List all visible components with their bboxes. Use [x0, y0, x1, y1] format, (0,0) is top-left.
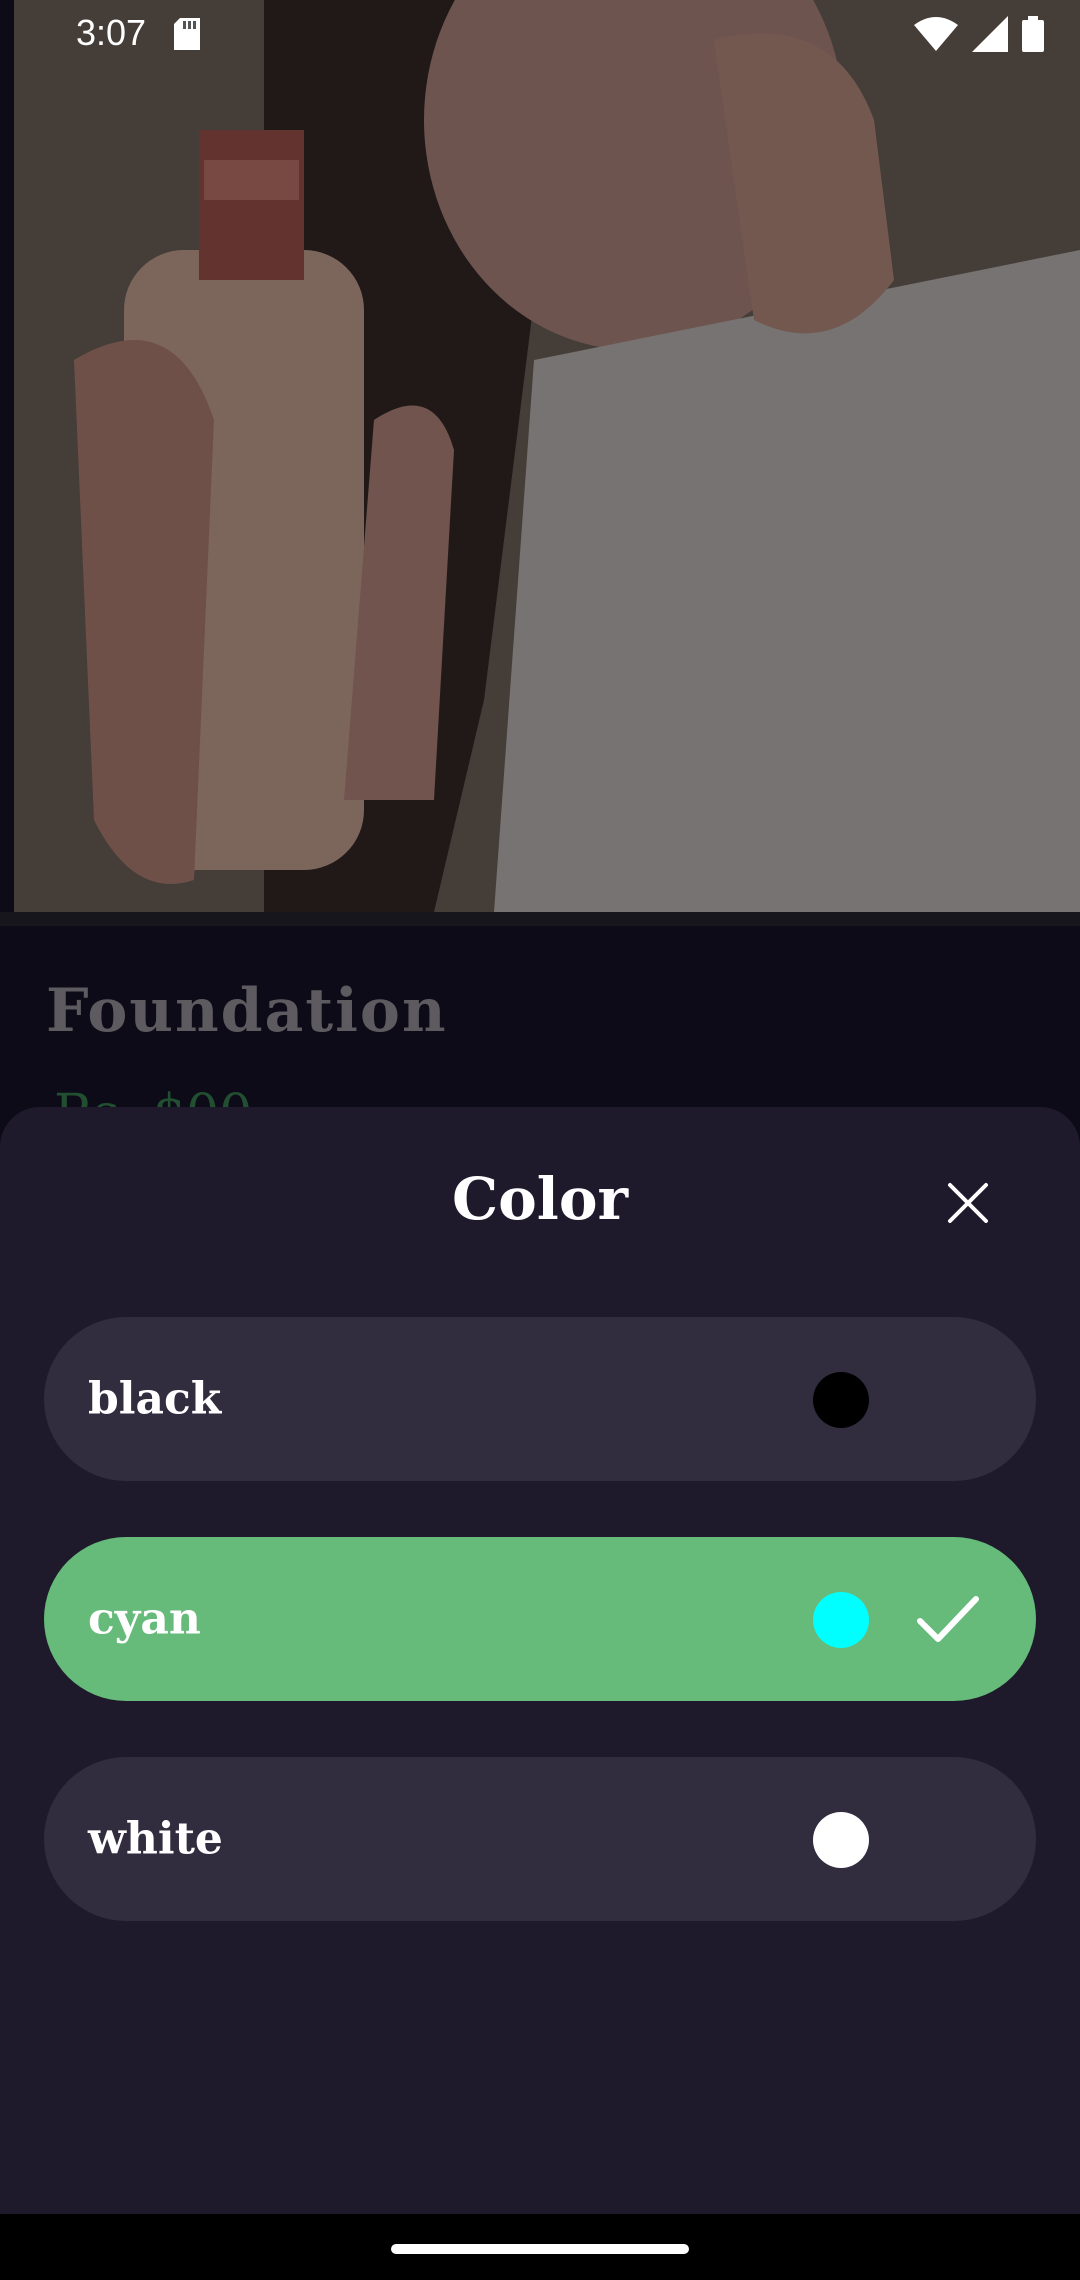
status-time: 3:07: [76, 12, 147, 53]
color-swatch-cyan: [813, 1592, 869, 1648]
status-bar: 3:07: [0, 0, 1080, 66]
option-label: white: [88, 1813, 223, 1865]
wifi-icon: [914, 17, 958, 51]
option-label: cyan: [88, 1593, 201, 1645]
check-icon: [917, 1596, 979, 1642]
close-icon[interactable]: [940, 1175, 996, 1231]
option-label: black: [88, 1373, 222, 1425]
sd-card-icon: [174, 18, 200, 50]
home-handle[interactable]: [391, 2244, 689, 2254]
color-option-cyan[interactable]: cyan: [44, 1537, 1036, 1701]
product-photo: [14, 0, 1080, 912]
color-option-white[interactable]: white: [44, 1757, 1036, 1921]
color-swatch-white: [813, 1812, 869, 1868]
product-title: Foundation: [46, 976, 448, 1046]
divider: [0, 912, 1080, 926]
color-bottom-sheet: Color black cyan white: [0, 1107, 1080, 2214]
navigation-bar: [0, 2214, 1080, 2280]
color-option-black[interactable]: black: [44, 1317, 1036, 1481]
color-swatch-black: [813, 1372, 869, 1428]
product-image[interactable]: [14, 0, 1080, 912]
signal-icon: [972, 16, 1008, 52]
sheet-title: Color: [451, 1165, 629, 1233]
battery-icon: [1022, 16, 1044, 52]
